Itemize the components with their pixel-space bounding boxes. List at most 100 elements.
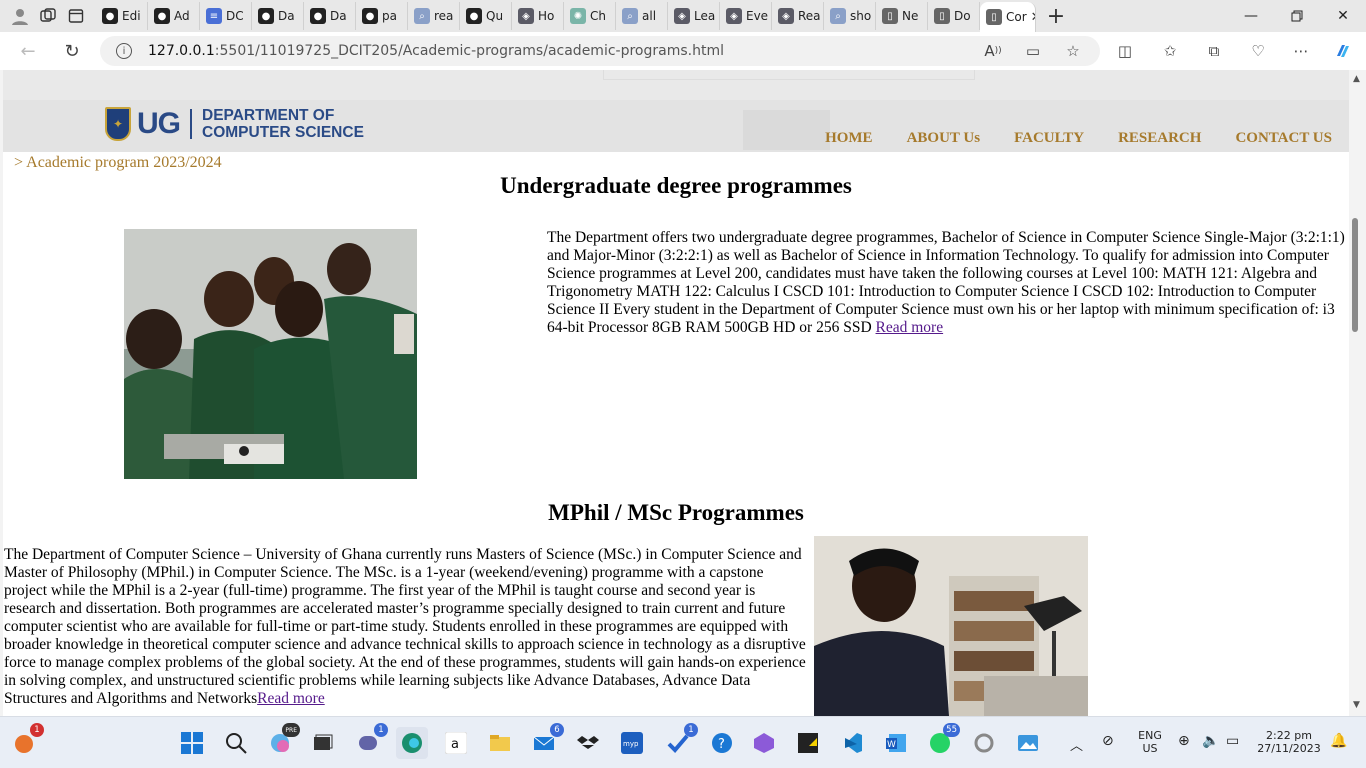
app-icon: ◈ xyxy=(726,8,742,24)
tab-label: Ne xyxy=(902,9,919,23)
browser-tab[interactable]: ● Da xyxy=(252,2,304,30)
browser-tab-active[interactable]: ▯ Cor ✕ xyxy=(980,2,1036,32)
tab-label: Ad xyxy=(174,9,190,23)
nav-home[interactable]: HOME xyxy=(825,130,873,147)
clock[interactable]: 2:22 pm 27/11/2023 xyxy=(1254,729,1324,755)
photos-icon[interactable] xyxy=(1012,727,1044,759)
search-icon[interactable] xyxy=(220,727,252,759)
teams-chat-icon[interactable]: 1 xyxy=(352,723,388,759)
pre-badge: PRE xyxy=(282,723,300,737)
show-hidden-icons[interactable]: ︿ xyxy=(1070,735,1083,754)
logo-divider xyxy=(190,109,192,139)
browser-tab[interactable]: ● pa xyxy=(356,2,408,30)
ug-logo[interactable]: ✦ UG DEPARTMENT OF COMPUTER SCIENCE xyxy=(105,107,364,141)
profile-icon[interactable] xyxy=(6,2,34,30)
undergrad-body: The Department offers two undergraduate … xyxy=(547,229,1345,336)
browser-tab[interactable]: ● Da xyxy=(304,2,356,30)
browser-tab[interactable]: ● Edi xyxy=(96,2,148,30)
network-off-icon[interactable]: ⊘ xyxy=(1102,733,1114,749)
browser-tab[interactable]: ◈ Lea xyxy=(668,2,720,30)
collections-icon[interactable]: ⧉ xyxy=(1199,36,1229,66)
favorites-icon[interactable]: ✩ xyxy=(1155,36,1185,66)
github-icon: ● xyxy=(258,8,274,24)
tab-label: Rea xyxy=(798,9,821,23)
more-menu-icon[interactable]: ⋯ xyxy=(1286,36,1316,66)
browser-tab[interactable]: ⌕ rea xyxy=(408,2,460,30)
page-top-band xyxy=(3,70,1349,100)
notification-bell-icon[interactable]: 🔔 xyxy=(1330,733,1347,749)
globe-icon[interactable]: ⊕ xyxy=(1178,733,1190,749)
refresh-button[interactable]: ↻ xyxy=(56,35,88,67)
tab-label: sho xyxy=(850,9,872,23)
get-help-icon[interactable]: ? xyxy=(706,727,738,759)
new-tab-button[interactable]: + xyxy=(1042,2,1070,30)
amazon-icon[interactable]: a xyxy=(440,727,472,759)
language-indicator[interactable]: ENG US xyxy=(1134,729,1166,755)
weather-icon[interactable]: 1 xyxy=(8,723,44,759)
postgrad-read-more-link[interactable]: Read more xyxy=(257,690,325,707)
battery-icon[interactable]: ▭ xyxy=(1226,733,1239,749)
nav-research[interactable]: RESEARCH xyxy=(1118,130,1201,147)
back-button[interactable]: ← xyxy=(12,35,44,67)
volume-icon[interactable]: 🔈 xyxy=(1202,733,1219,749)
close-window-button[interactable]: ✕ xyxy=(1320,0,1366,32)
word-icon[interactable]: W xyxy=(880,727,912,759)
favorite-star-icon[interactable]: ☆ xyxy=(1058,36,1088,66)
immersive-reader-icon[interactable]: ▭ xyxy=(1018,36,1048,66)
mail-icon[interactable]: 6 xyxy=(528,723,564,759)
page-scrollbar[interactable]: ▲ ▼ xyxy=(1349,70,1366,716)
graph-app-icon[interactable] xyxy=(748,727,780,759)
browser-essentials-icon[interactable]: ♡ xyxy=(1243,36,1273,66)
minimize-button[interactable]: — xyxy=(1228,0,1274,32)
browser-tab[interactable]: ◈ Ho xyxy=(512,2,564,30)
read-aloud-icon[interactable]: A)) xyxy=(978,36,1008,66)
task-view-icon[interactable] xyxy=(306,727,338,759)
mypay-icon[interactable]: myp xyxy=(616,727,648,759)
scroll-thumb[interactable] xyxy=(1352,218,1358,332)
copilot-icon[interactable] xyxy=(1328,36,1358,66)
browser-tab[interactable]: ◈ Rea xyxy=(772,2,824,30)
whatsapp-icon[interactable]: 55 xyxy=(924,723,960,759)
nav-contact[interactable]: CONTACT US xyxy=(1235,130,1332,147)
browser-tab[interactable]: ▯ Ne xyxy=(876,2,928,30)
start-icon[interactable] xyxy=(176,727,208,759)
file-explorer-icon[interactable] xyxy=(484,727,516,759)
vscode-icon[interactable] xyxy=(836,727,868,759)
ghost-box xyxy=(603,70,975,80)
url-field[interactable]: i 127.0.0.1:5501/11019725_DCIT205/Academ… xyxy=(100,36,1100,66)
copilot-preview-icon[interactable]: PRE xyxy=(264,723,300,759)
info-icon[interactable]: i xyxy=(116,43,132,59)
restore-button[interactable] xyxy=(1274,0,1320,32)
browser-tab[interactable]: ◈ Eve xyxy=(720,2,772,30)
dropbox-icon[interactable] xyxy=(572,727,604,759)
site-header: ✦ UG DEPARTMENT OF COMPUTER SCIENCE HOME… xyxy=(3,100,1349,152)
scroll-down-icon[interactable]: ▼ xyxy=(1353,700,1360,710)
browser-tab[interactable]: ▯ Do xyxy=(928,2,980,30)
todo-icon[interactable]: 1 xyxy=(662,723,698,759)
url-host: 127.0.0.1 xyxy=(148,43,215,59)
workspaces-icon[interactable] xyxy=(34,2,62,30)
undergrad-read-more-link[interactable]: Read more xyxy=(876,319,944,336)
svg-text:W: W xyxy=(887,740,896,750)
browser-tab[interactable]: ≡ DC xyxy=(200,2,252,30)
browser-tab[interactable]: ⌕ all xyxy=(616,2,668,30)
browser-tab[interactable]: ● Qu xyxy=(460,2,512,30)
page-icon: ▯ xyxy=(986,9,1002,25)
address-bar-row: ← ↻ i 127.0.0.1:5501/11019725_DCIT205/Ac… xyxy=(0,32,1366,70)
edge-icon[interactable] xyxy=(396,727,428,759)
nav-faculty[interactable]: FACULTY xyxy=(1014,130,1084,147)
tab-label: Lea xyxy=(694,9,716,23)
cortana-icon[interactable] xyxy=(968,727,1000,759)
close-tab-icon[interactable]: ✕ xyxy=(1031,10,1035,25)
browser-tab[interactable]: ✺ Ch xyxy=(564,2,616,30)
scroll-up-icon[interactable]: ▲ xyxy=(1353,74,1360,84)
browser-tab[interactable]: ● Ad xyxy=(148,2,200,30)
sticky-notes-icon[interactable] xyxy=(792,727,824,759)
tab-label: Do xyxy=(954,9,971,23)
nav-about[interactable]: ABOUT Us xyxy=(907,130,981,147)
app-icon: ◈ xyxy=(778,8,794,24)
browser-tab[interactable]: ⌕ sho xyxy=(824,2,876,30)
postgrad-student-photo xyxy=(814,536,1088,716)
split-screen-icon[interactable]: ◫ xyxy=(1110,36,1140,66)
tab-actions-icon[interactable] xyxy=(62,2,90,30)
